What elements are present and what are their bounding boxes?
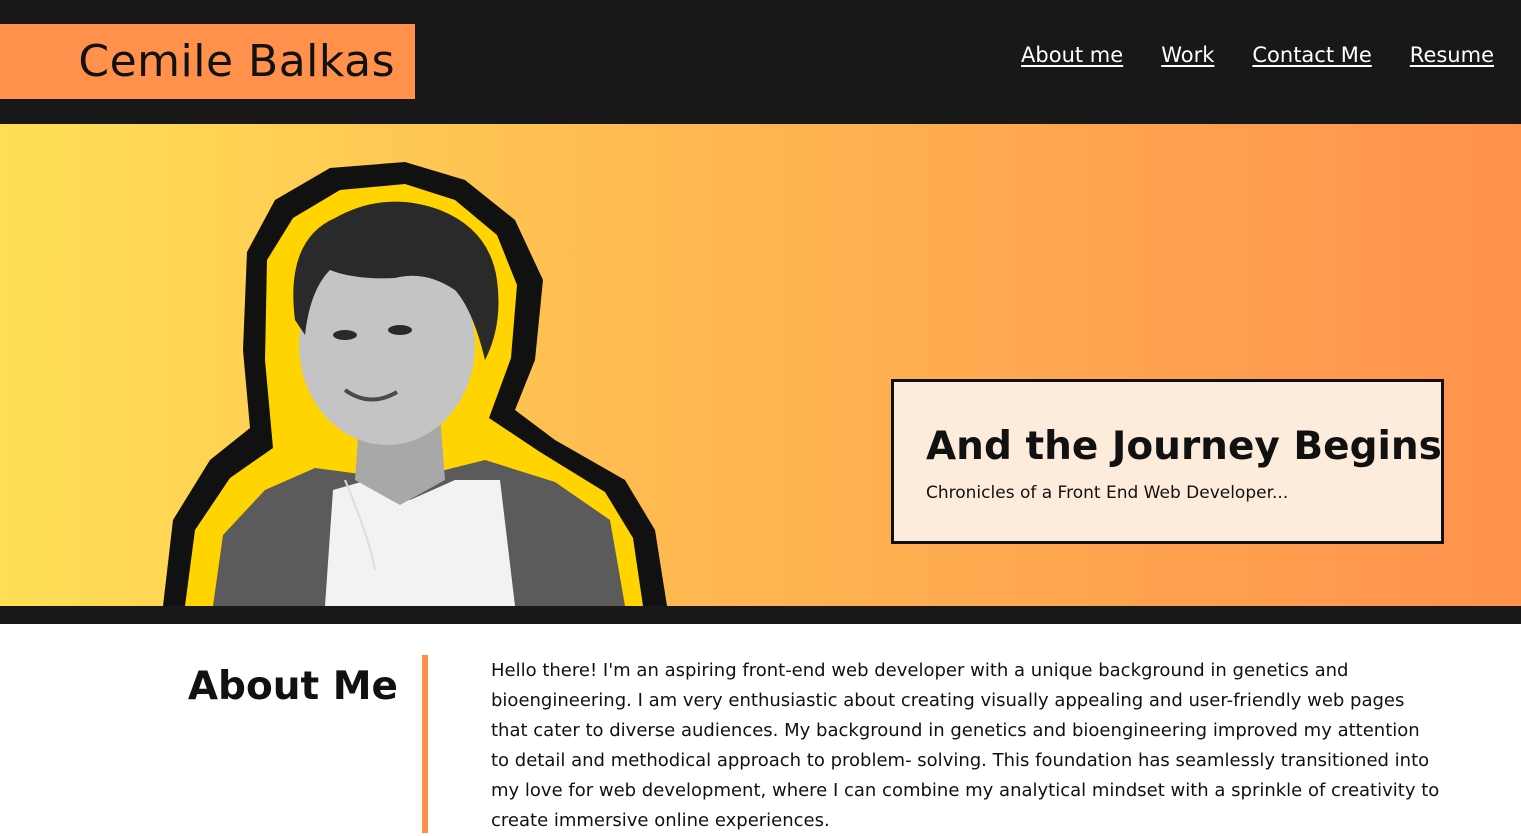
portrait-shirt [325,478,515,606]
logo-text: Cemile Balkas [78,36,395,87]
portrait-photo [163,162,667,606]
about-heading: About Me [187,664,398,709]
hero-banner: And the Journey Begins Chronicles of a F… [0,124,1521,606]
nav-link-resume[interactable]: Resume [1410,43,1494,67]
portrait-eye-right [388,325,412,335]
hero-subtitle: Chronicles of a Front End Web Developer.… [926,483,1289,503]
portrait-eye-left [333,330,357,340]
nav-link-contact-me[interactable]: Contact Me [1252,43,1371,67]
about-text: Hello there! I'm an aspiring front-end w… [491,660,1440,831]
hero-divider [0,606,1521,624]
about-divider [422,655,428,833]
hero-title: And the Journey Begins [926,424,1442,469]
main-nav: About me Work Contact Me Resume [1021,43,1494,67]
site-logo[interactable]: Cemile Balkas [0,24,415,99]
nav-link-about-me[interactable]: About me [1021,43,1123,67]
nav-link-work[interactable]: Work [1161,43,1214,67]
site-header: Cemile Balkas About me Work Contact Me R… [0,0,1521,124]
hero-card: And the Journey Begins Chronicles of a F… [891,379,1444,544]
